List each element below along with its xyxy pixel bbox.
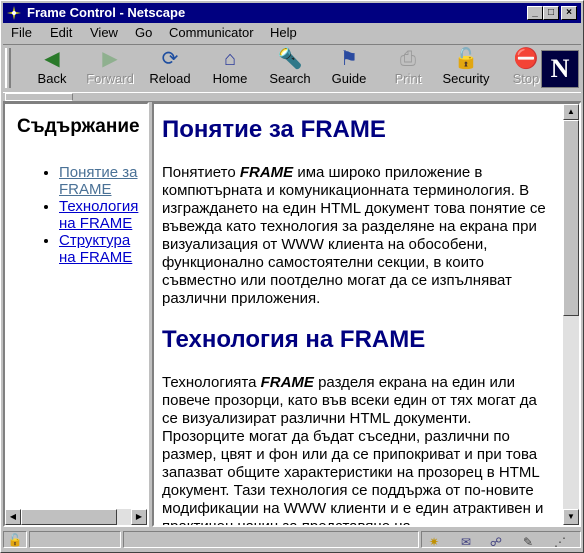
mail-icon[interactable]: ✉ <box>456 534 476 550</box>
stop-icon: ⛔ <box>513 48 539 70</box>
menu-file[interactable]: File <box>11 25 32 40</box>
vertical-scroll-thumb[interactable] <box>563 120 579 316</box>
home-icon: ⌂ <box>223 48 237 70</box>
section-heading-concept: Понятие за FRAME <box>162 116 386 143</box>
back-button[interactable]: ◀ Back <box>23 47 81 91</box>
scroll-down-button[interactable]: ▼ <box>563 509 579 525</box>
contents-frame: Съдържание Понятие за FRAME Технология н… <box>3 102 149 527</box>
menu-view[interactable]: View <box>90 25 118 40</box>
section-paragraph-technology: Технологията FRAME разделя екрана на еди… <box>162 374 544 527</box>
section-paragraph-concept: Понятието FRAME има широко приложение в … <box>162 164 546 307</box>
security-lock-icon: 🔓 <box>453 48 479 70</box>
menu-bar: File Edit View Go Communicator Help <box>3 24 581 43</box>
menu-edit[interactable]: Edit <box>50 25 72 40</box>
component-bar: ✷ ✉ ☍ ✎ ⋰ <box>421 531 581 550</box>
contents-list: Понятие за FRAME Технология на FRAME Стр… <box>19 164 147 266</box>
search-icon: 🔦 <box>277 48 303 70</box>
unlocked-padlock-icon: 🔓 <box>7 533 23 547</box>
composer-icon[interactable]: ✎ <box>518 534 538 550</box>
contents-heading: Съдържание <box>17 116 140 137</box>
status-message-cell <box>123 531 419 548</box>
collapsed-toolbar-strip <box>3 92 581 102</box>
list-item: Технология на FRAME <box>59 198 147 232</box>
guide-icon: ⚑ <box>340 48 358 70</box>
menu-go[interactable]: Go <box>135 25 152 40</box>
scroll-up-button[interactable]: ▲ <box>563 104 579 120</box>
scroll-right-button[interactable]: ▶ <box>131 509 147 525</box>
netscape-app-icon[interactable] <box>6 5 22 21</box>
forward-arrow-icon: ▶ <box>102 48 118 70</box>
article: Понятие за FRAME Понятието FRAME има шир… <box>162 116 552 527</box>
print-icon: ⎙ <box>400 48 416 70</box>
horizontal-scrollbar[interactable]: ◀ ▶ <box>5 509 147 525</box>
menu-communicator[interactable]: Communicator <box>169 25 254 40</box>
window-title: Frame Control - Netscape <box>27 5 186 20</box>
toolbar-grip[interactable] <box>5 48 11 88</box>
toc-link-concept[interactable]: Понятие за FRAME <box>59 164 138 198</box>
title-bar: Frame Control - Netscape _ □ × <box>3 3 581 23</box>
close-button[interactable]: × <box>561 6 577 20</box>
horizontal-scroll-thumb[interactable] <box>21 509 117 525</box>
back-arrow-icon: ◀ <box>44 48 60 70</box>
minimize-button[interactable]: _ <box>527 6 543 20</box>
guide-button[interactable]: ⚑ Guide <box>320 47 378 91</box>
discussions-icon[interactable]: ☍ <box>486 534 506 550</box>
netscape-logo[interactable]: N <box>541 50 579 88</box>
main-content-frame: Понятие за FRAME Понятието FRAME има шир… <box>152 102 581 527</box>
section-heading-technology: Технология на FRAME <box>162 326 426 353</box>
status-bar: 🔓 ✷ ✉ ☍ ✎ ⋰ <box>3 530 581 550</box>
navigator-icon[interactable]: ✷ <box>424 534 444 550</box>
search-button[interactable]: 🔦 Search <box>261 47 319 91</box>
browser-window: Frame Control - Netscape _ □ × File Edit… <box>0 0 584 553</box>
maximize-button[interactable]: □ <box>543 6 559 20</box>
forward-button[interactable]: ▶ Forward <box>81 47 139 91</box>
list-item: Структура на FRAME <box>59 232 147 266</box>
list-item: Понятие за FRAME <box>59 164 147 198</box>
security-status-cell[interactable]: 🔓 <box>3 531 27 548</box>
toc-link-technology[interactable]: Технология на FRAME <box>59 198 138 232</box>
vertical-scrollbar[interactable]: ▲ ▼ <box>563 104 579 525</box>
print-button[interactable]: ⎙ Print <box>379 47 437 91</box>
home-button[interactable]: ⌂ Home <box>201 47 259 91</box>
toolbar-tab[interactable] <box>5 93 73 101</box>
reload-icon: ⟳ <box>161 48 179 70</box>
toc-link-structure[interactable]: Структура на FRAME <box>59 232 132 266</box>
resize-grip-icon[interactable]: ⋰ <box>550 534 570 550</box>
security-button[interactable]: 🔓 Security <box>437 47 495 91</box>
progress-cell <box>29 531 121 548</box>
menu-help[interactable]: Help <box>270 25 297 40</box>
reload-button[interactable]: ⟳ Reload <box>141 47 199 91</box>
scroll-left-button[interactable]: ◀ <box>5 509 21 525</box>
navigation-toolbar: ◀ Back ▶ Forward ⟳ Reload ⌂ Home 🔦 Searc… <box>3 44 581 93</box>
